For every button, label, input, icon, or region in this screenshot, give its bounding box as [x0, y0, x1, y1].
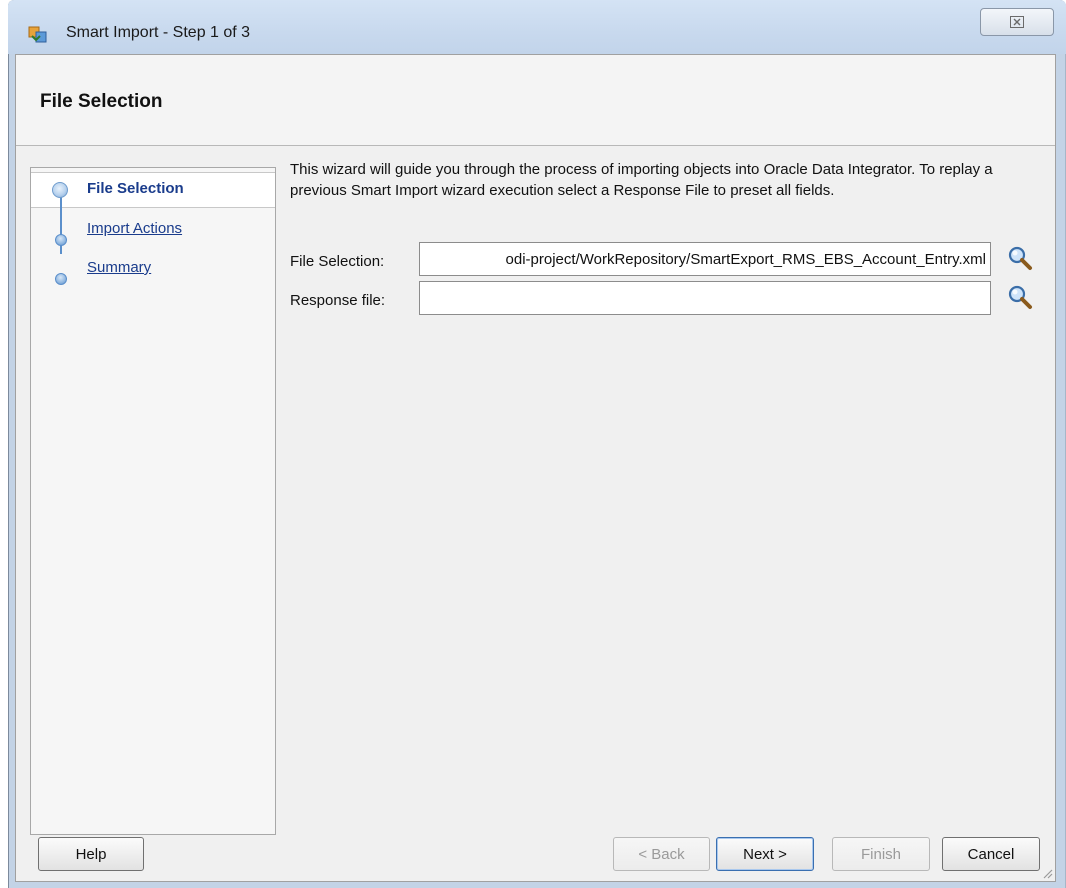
close-button[interactable] — [980, 8, 1054, 36]
file-selection-label: File Selection: — [290, 253, 385, 270]
step-icon — [55, 234, 67, 246]
response-file-search-icon[interactable] — [1006, 283, 1034, 311]
next-button[interactable]: Next > — [716, 837, 814, 871]
active-step-icon — [52, 182, 68, 198]
window-title: Smart Import - Step 1 of 3 — [66, 24, 251, 41]
wizard-client-area: File Selection File Selection Import Act… — [15, 54, 1056, 882]
help-button[interactable]: Help — [38, 837, 144, 871]
resize-grip-icon[interactable] — [1041, 867, 1053, 879]
step-icon — [55, 273, 67, 285]
response-file-label: Response file: — [290, 292, 386, 309]
cancel-button[interactable]: Cancel — [942, 837, 1040, 871]
back-button[interactable]: < Back — [613, 837, 710, 871]
nav-step-summary[interactable]: Summary — [87, 259, 151, 276]
close-icon — [1010, 16, 1024, 28]
page-title: File Selection — [40, 91, 163, 112]
finish-button[interactable]: Finish — [832, 837, 930, 871]
file-selection-field[interactable]: odi-project/WorkRepository/SmartExport_R… — [419, 242, 991, 276]
wizard-steps-panel: File Selection Import Actions Summary — [30, 167, 276, 835]
title-bar[interactable]: Smart Import - Step 1 of 3 — [8, 0, 1066, 54]
response-file-field[interactable] — [419, 281, 991, 315]
wizard-header: File Selection — [16, 55, 1055, 146]
file-selection-search-icon[interactable] — [1006, 244, 1034, 272]
intro-text: This wizard will guide you through the p… — [290, 161, 993, 199]
odi-smart-import-icon — [28, 24, 48, 44]
nav-step-file-selection[interactable]: File Selection — [87, 180, 184, 197]
nav-step-import-actions[interactable]: Import Actions — [87, 220, 182, 237]
